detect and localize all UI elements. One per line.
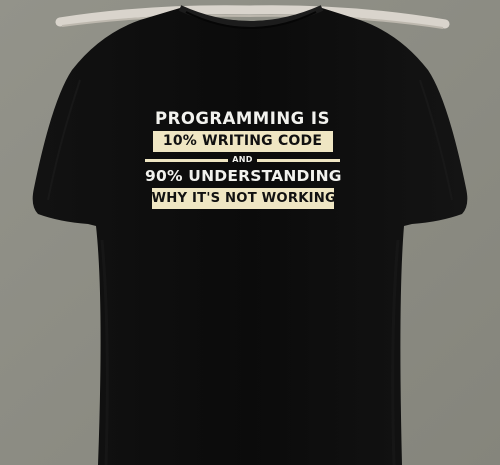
print-band-writing-code: 10% WRITING CODE xyxy=(152,131,333,152)
divider-rule-right xyxy=(256,158,340,162)
print-band-not-working: WHY IT'S NOT WORKING xyxy=(151,188,336,209)
print-line-understanding: 90% UNDERSTANDING xyxy=(145,167,342,185)
product-photo xyxy=(0,0,500,465)
print-and-label: AND xyxy=(232,155,253,164)
print-and-divider: AND xyxy=(145,155,340,165)
shirt-print: PROGRAMMING IS 10% WRITING CODE AND 90% … xyxy=(145,109,342,209)
divider-rule-left xyxy=(145,158,229,162)
print-line-programming-is: PROGRAMMING IS xyxy=(155,109,330,128)
